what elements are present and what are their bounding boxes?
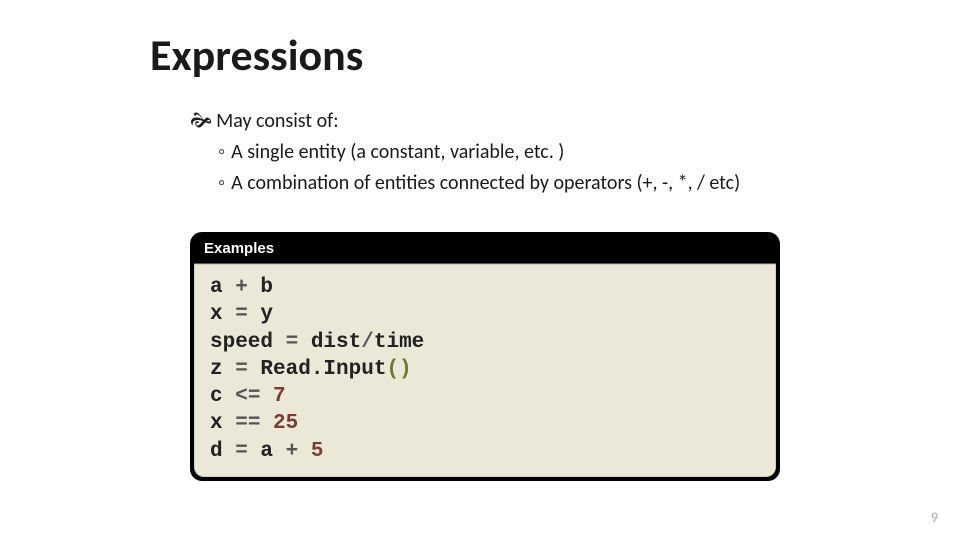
ring-icon: ◦ (218, 171, 225, 195)
page-number: 9 (931, 509, 938, 526)
sub-bullet-2-text: A combination of entities connected by o… (231, 171, 740, 195)
examples-box: Examples a + bx = yspeed = dist/timez = … (190, 232, 780, 481)
intro-text: May consist of: (216, 109, 338, 133)
slide: Expressions 🙞May consist of: ◦A single e… (0, 0, 960, 540)
body-content: 🙞May consist of: ◦A single entity (a con… (190, 108, 830, 197)
code-line: d = a + 5 (210, 438, 760, 465)
sub-bullet-1: ◦A single entity (a constant, variable, … (218, 139, 830, 166)
code-line: x == 25 (210, 410, 760, 437)
code-line: c <= 7 (210, 383, 760, 410)
examples-header: Examples (194, 236, 776, 263)
code-line: x = y (210, 301, 760, 328)
bullet-icon: 🙞 (190, 108, 212, 135)
sub-bullet-1-text: A single entity (a constant, variable, e… (231, 140, 564, 164)
code-block: a + bx = yspeed = dist/timez = Read.Inpu… (194, 263, 776, 477)
code-line: speed = dist/time (210, 329, 760, 356)
slide-title: Expressions (150, 28, 363, 82)
intro-line: 🙞May consist of: (190, 108, 830, 135)
code-line: a + b (210, 274, 760, 301)
code-line: z = Read.Input() (210, 356, 760, 383)
sub-bullet-2: ◦A combination of entities connected by … (218, 170, 830, 197)
ring-icon: ◦ (218, 140, 225, 164)
